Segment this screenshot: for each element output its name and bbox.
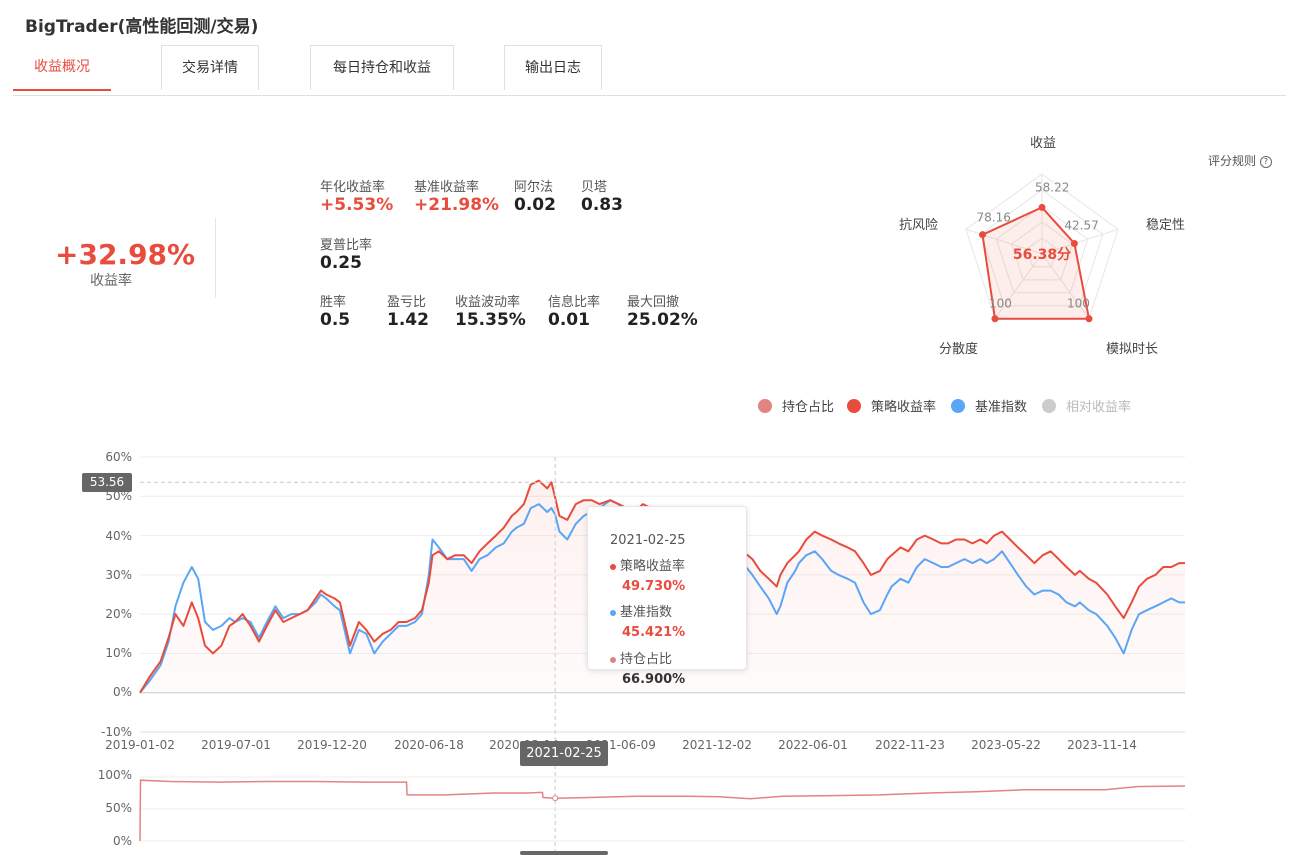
tooltip-series-name: 持仓占比: [620, 652, 673, 667]
x-axis-pointer-label: 2021-02-25: [520, 741, 608, 766]
tooltip-series-name: 策略收益率: [620, 559, 686, 574]
tooltip-dot-icon: [610, 656, 616, 663]
position-pointer-dot: [552, 795, 559, 802]
x-axis-pointer-label-lower: [520, 851, 608, 855]
return-line-chart[interactable]: [0, 0, 1295, 855]
tooltip-series-value: 49.730%: [622, 579, 686, 594]
tooltip-date: 2021-02-25: [610, 533, 686, 548]
y-tick-label: 50%: [105, 801, 132, 815]
tooltip-row-position: 持仓占比: [610, 648, 672, 667]
tooltip-series-name: 基准指数: [620, 605, 673, 620]
tooltip-series-value: 66.900%: [622, 672, 686, 687]
tooltip-row-benchmark: 基准指数: [610, 601, 672, 620]
tooltip-dot-icon: [610, 609, 616, 616]
y-axis-pointer-label: 53.56: [82, 473, 132, 492]
series-line-position: [139, 779, 1186, 842]
tooltip-series-value: 45.421%: [622, 625, 686, 640]
tooltip-row-strategy: 策略收益率: [610, 555, 685, 574]
chart-tooltip: 2021-02-25 策略收益率 49.730% 基准指数 45.421% 持仓…: [587, 506, 747, 687]
y-tick-label: 100%: [97, 768, 132, 782]
y-tick-label: 0%: [112, 834, 132, 848]
tooltip-dot-icon: [610, 563, 616, 570]
